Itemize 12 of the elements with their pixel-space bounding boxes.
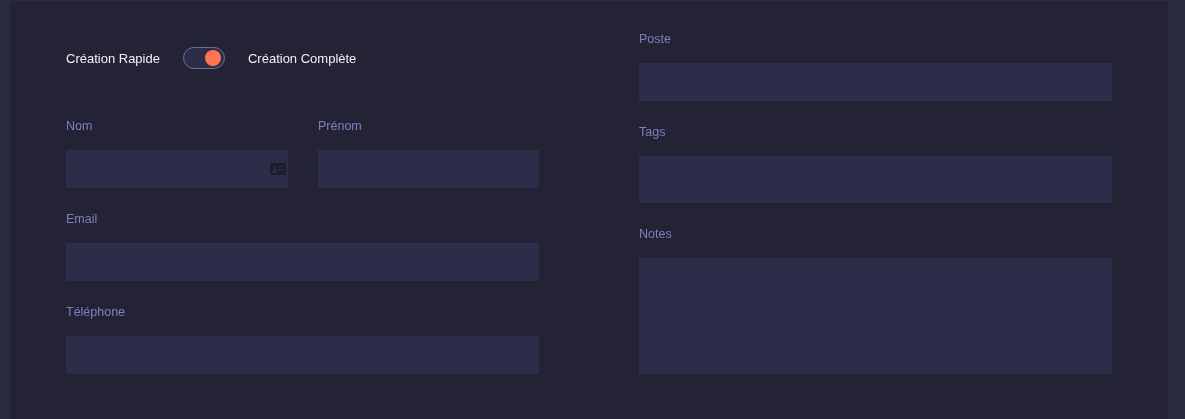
field-label: Prénom <box>318 118 362 134</box>
mode-toggle[interactable] <box>182 47 225 69</box>
mode-label: Création Complète <box>247 50 357 66</box>
input-field[interactable] <box>66 150 288 188</box>
field-label: Poste <box>639 31 671 47</box>
id-card-icon <box>270 163 286 175</box>
field-label: Email <box>66 211 98 227</box>
field-label: Notes <box>639 226 672 242</box>
field-label: Téléphone <box>66 304 126 320</box>
field-label: Tags <box>639 124 666 140</box>
mode-label: Création Rapide <box>66 50 160 66</box>
field-label: Nom <box>66 118 93 134</box>
